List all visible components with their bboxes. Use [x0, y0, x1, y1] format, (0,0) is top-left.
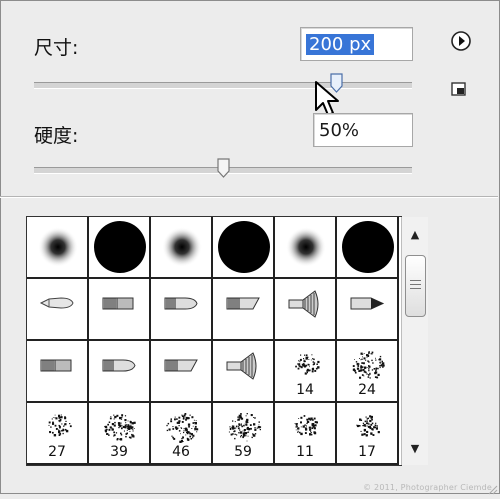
brush-thumbnail-icon	[94, 221, 146, 273]
brush-preset-4[interactable]	[213, 217, 275, 279]
brush-grid: 14 24 27 39 46 59 11 17	[27, 217, 399, 465]
hardness-input[interactable]: 50%	[313, 113, 413, 147]
brush-preset-20[interactable]: 39	[89, 403, 151, 465]
brush-thumbnail-icon	[350, 297, 385, 310]
brush-preset-1[interactable]	[27, 217, 89, 279]
brush-size-label: 11	[296, 444, 314, 460]
size-value: 200 px	[306, 34, 375, 55]
brush-preset-2[interactable]	[89, 217, 151, 279]
brush-thumbnail-icon	[38, 227, 78, 267]
brush-preset-14[interactable]	[89, 341, 151, 403]
brush-thumbnail-icon	[164, 297, 198, 310]
brush-thumbnail-icon	[39, 297, 74, 309]
brush-thumbnail-icon	[102, 297, 134, 310]
brush-preset-3[interactable]	[151, 217, 213, 279]
watermark: © 2011, Photographer Ciemde	[363, 483, 492, 492]
brush-preset-19[interactable]: 27	[27, 403, 89, 465]
brush-list-scrollbar[interactable]: ▲ ▼	[401, 217, 428, 465]
brush-preset-6[interactable]	[337, 217, 399, 279]
brush-preset-13[interactable]	[27, 341, 89, 403]
brush-size-label: 59	[234, 444, 252, 460]
brush-size-label: 24	[358, 382, 376, 398]
brush-preset-7[interactable]	[27, 279, 89, 341]
size-slider-track[interactable]	[34, 82, 412, 89]
scroll-up-icon[interactable]: ▲	[402, 225, 428, 245]
brush-thumbnail-icon	[226, 352, 257, 380]
brush-preset-21[interactable]: 46	[151, 403, 213, 465]
brush-preset-5[interactable]	[275, 217, 337, 279]
size-label: 尺寸:	[34, 37, 79, 59]
brush-size-label: 46	[172, 444, 190, 460]
resize-grip-icon[interactable]	[486, 480, 498, 495]
brush-thumbnail-icon	[218, 221, 270, 273]
brush-preset-10[interactable]	[213, 279, 275, 341]
size-input[interactable]: 200 px	[300, 27, 413, 61]
hardness-slider-thumb[interactable]	[216, 158, 230, 178]
brush-preset-15[interactable]	[151, 341, 213, 403]
brush-thumbnail-icon	[40, 359, 72, 372]
brush-preset-8[interactable]	[89, 279, 151, 341]
brush-size-label: 27	[48, 444, 66, 460]
brush-preset-18[interactable]: 24	[337, 341, 399, 403]
brush-thumbnail-icon	[164, 359, 198, 372]
brush-thumbnail-icon	[288, 290, 319, 318]
brush-thumbnail-icon	[226, 297, 260, 310]
brush-preset-23[interactable]: 11	[275, 403, 337, 465]
brush-preset-9[interactable]	[151, 279, 213, 341]
new-preset-icon[interactable]	[450, 80, 468, 102]
brush-thumbnail-icon	[342, 221, 394, 273]
play-circle-icon[interactable]	[450, 30, 472, 56]
brush-thumbnail-icon	[286, 227, 326, 267]
scroll-down-icon[interactable]: ▼	[402, 439, 428, 459]
brush-preset-22[interactable]: 59	[213, 403, 275, 465]
brush-preset-12[interactable]	[337, 279, 399, 341]
hardness-label: 硬度:	[34, 125, 79, 147]
hardness-value: 50%	[319, 120, 360, 141]
brush-preset-24[interactable]: 17	[337, 403, 399, 465]
brush-size-label: 39	[110, 444, 128, 460]
brush-thumbnail-icon	[102, 359, 136, 372]
brush-thumbnail-icon	[162, 227, 202, 267]
brush-preset-11[interactable]	[275, 279, 337, 341]
brush-preset-16[interactable]	[213, 341, 275, 403]
brush-preset-list: 14 24 27 39 46 59 11 17	[26, 216, 402, 466]
scroll-thumb[interactable]	[405, 255, 426, 317]
brush-size-label: 17	[358, 444, 376, 460]
brush-preset-17[interactable]: 14	[275, 341, 337, 403]
section-divider	[0, 196, 498, 198]
brush-size-label: 14	[296, 382, 314, 398]
